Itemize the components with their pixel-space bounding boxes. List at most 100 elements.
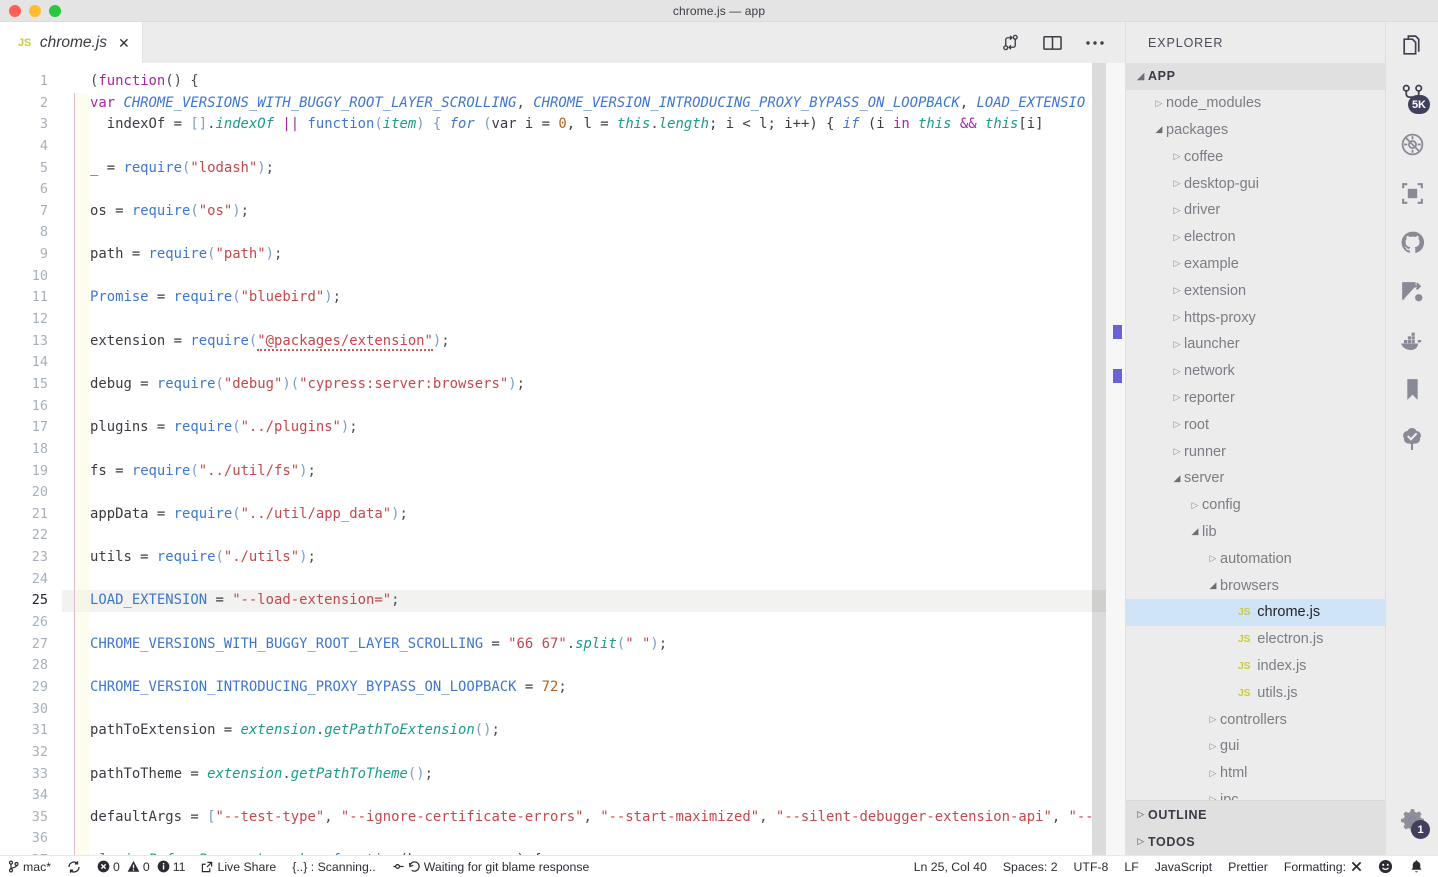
code-line[interactable] xyxy=(62,655,1125,677)
status-language-mode[interactable]: JavaScript xyxy=(1147,856,1220,877)
chevron-right-icon[interactable]: ▷ xyxy=(1152,98,1166,109)
activity-source-control-icon[interactable]: 5K xyxy=(1386,71,1438,120)
chevron-right-icon[interactable]: ▷ xyxy=(1134,836,1148,847)
status-encoding[interactable]: UTF-8 xyxy=(1066,856,1117,877)
chevron-right-icon[interactable]: ▷ xyxy=(1170,258,1184,269)
chevron-right-icon[interactable]: ▷ xyxy=(1206,714,1220,725)
folder-item-ipc[interactable]: ▷ipc xyxy=(1126,787,1385,801)
activity-settings-gear-icon[interactable]: 1 xyxy=(1386,796,1438,845)
chevron-right-icon[interactable]: ▷ xyxy=(1134,809,1148,820)
folder-item-packages[interactable]: ◢packages xyxy=(1126,117,1385,144)
code-line[interactable] xyxy=(62,569,1125,591)
chevron-down-icon[interactable]: ◢ xyxy=(1134,71,1148,82)
code-content[interactable]: (function() {var CHROME_VERSIONS_WITH_BU… xyxy=(62,63,1125,855)
code-line[interactable] xyxy=(62,179,1125,201)
code-line[interactable]: path = require("path"); xyxy=(62,244,1125,266)
sidebar-section-todos[interactable]: ▷TODOS xyxy=(1126,828,1385,855)
code-line[interactable] xyxy=(62,396,1125,418)
folder-item-extension[interactable]: ▷extension xyxy=(1126,277,1385,304)
activity-extensions-icon[interactable] xyxy=(1386,169,1438,218)
status-cursor-position[interactable]: Ln 25, Col 40 xyxy=(906,856,995,877)
chevron-right-icon[interactable]: ▷ xyxy=(1170,232,1184,243)
chevron-down-icon[interactable]: ◢ xyxy=(1170,473,1184,484)
code-line[interactable]: LOAD_EXTENSION = "--load-extension="; xyxy=(62,590,1125,612)
folder-item-root[interactable]: ▷root xyxy=(1126,411,1385,438)
chevron-right-icon[interactable]: ▷ xyxy=(1170,312,1184,323)
code-line[interactable] xyxy=(62,828,1125,850)
activity-docker-icon[interactable] xyxy=(1386,316,1438,365)
code-line[interactable] xyxy=(62,222,1125,244)
folder-item-electron[interactable]: ▷electron xyxy=(1126,224,1385,251)
folder-item-launcher[interactable]: ▷launcher xyxy=(1126,331,1385,358)
folder-item-server[interactable]: ◢server xyxy=(1126,465,1385,492)
more-actions-icon[interactable] xyxy=(1085,39,1105,47)
close-icon[interactable]: ✕ xyxy=(118,36,130,50)
code-line[interactable]: (function() { xyxy=(62,71,1125,93)
chevron-right-icon[interactable]: ▷ xyxy=(1170,285,1184,296)
status-formatter[interactable]: Prettier xyxy=(1220,856,1276,877)
folder-item-config[interactable]: ▷config xyxy=(1126,492,1385,519)
code-line[interactable]: debug = require("debug")("cypress:server… xyxy=(62,374,1125,396)
code-line[interactable]: utils = require("./utils"); xyxy=(62,547,1125,569)
folder-item-example[interactable]: ▷example xyxy=(1126,251,1385,278)
chevron-right-icon[interactable]: ▷ xyxy=(1170,366,1184,377)
status-feedback-smiley[interactable] xyxy=(1370,856,1401,877)
folder-item-runner[interactable]: ▷runner xyxy=(1126,438,1385,465)
code-line[interactable]: pathToTheme = extension.getPathToTheme()… xyxy=(62,764,1125,786)
code-line[interactable]: plugins = require("../plugins"); xyxy=(62,417,1125,439)
folder-item-network[interactable]: ▷network xyxy=(1126,358,1385,385)
chevron-right-icon[interactable]: ▷ xyxy=(1170,392,1184,403)
code-line[interactable]: CHROME_VERSIONS_WITH_BUGGY_ROOT_LAYER_SC… xyxy=(62,634,1125,656)
chevron-down-icon[interactable]: ◢ xyxy=(1188,526,1202,537)
activity-bookmarks-icon[interactable] xyxy=(1386,365,1438,414)
folder-item-automation[interactable]: ▷automation xyxy=(1126,545,1385,572)
code-line[interactable]: Promise = require("bluebird"); xyxy=(62,287,1125,309)
code-line[interactable]: pluginsBeforeBrowserLaunch = function(br… xyxy=(62,850,1125,855)
status-git-branch[interactable]: mac* xyxy=(0,856,59,877)
folder-item-gui[interactable]: ▷gui xyxy=(1126,733,1385,760)
chevron-right-icon[interactable]: ▷ xyxy=(1170,151,1184,162)
code-line[interactable] xyxy=(62,352,1125,374)
compare-changes-icon[interactable] xyxy=(1001,33,1020,52)
code-line[interactable] xyxy=(62,612,1125,634)
folder-item-APP[interactable]: ◢APP xyxy=(1126,63,1385,90)
code-editor[interactable]: 1234567891011121314151617181920212223242… xyxy=(0,63,1125,855)
code-line[interactable] xyxy=(62,699,1125,721)
chevron-down-icon[interactable]: ◢ xyxy=(1152,124,1166,135)
status-live-share[interactable]: Live Share xyxy=(193,856,284,877)
status-indentation[interactable]: Spaces: 2 xyxy=(995,856,1066,877)
chevron-right-icon[interactable]: ▷ xyxy=(1170,339,1184,350)
file-item-chrome-js[interactable]: JSchrome.js xyxy=(1126,599,1385,626)
folder-item-browsers[interactable]: ◢browsers xyxy=(1126,572,1385,599)
activity-run-debug-icon[interactable] xyxy=(1386,120,1438,169)
chevron-right-icon[interactable]: ▷ xyxy=(1206,553,1220,564)
code-line[interactable]: indexOf = [].indexOf || function(item) {… xyxy=(62,114,1125,136)
activity-test-explorer-icon[interactable] xyxy=(1386,414,1438,463)
code-line[interactable] xyxy=(62,439,1125,461)
chevron-right-icon[interactable]: ▷ xyxy=(1170,205,1184,216)
code-line[interactable] xyxy=(62,525,1125,547)
file-item-utils-js[interactable]: JSutils.js xyxy=(1126,679,1385,706)
code-line[interactable] xyxy=(62,785,1125,807)
activity-explorer-files-icon[interactable] xyxy=(1386,22,1438,71)
sidebar-section-outline[interactable]: ▷OUTLINE xyxy=(1126,801,1385,828)
folder-item-driver[interactable]: ▷driver xyxy=(1126,197,1385,224)
folder-item-desktop-gui[interactable]: ▷desktop-gui xyxy=(1126,170,1385,197)
status-notifications[interactable] xyxy=(1401,856,1438,877)
status-problems[interactable]: 0 0 11 xyxy=(89,856,193,877)
chevron-right-icon[interactable]: ▷ xyxy=(1188,500,1202,511)
tab-chrome-js[interactable]: JS chrome.js ✕ xyxy=(0,22,143,63)
code-line[interactable]: fs = require("../util/fs"); xyxy=(62,461,1125,483)
code-line[interactable]: var CHROME_VERSIONS_WITH_BUGGY_ROOT_LAYE… xyxy=(62,93,1125,115)
folder-item-controllers[interactable]: ▷controllers xyxy=(1126,706,1385,733)
status-eol[interactable]: LF xyxy=(1116,856,1146,877)
status-git-blame[interactable]: Waiting for git blame response xyxy=(384,856,598,877)
code-line[interactable]: appData = require("../util/app_data"); xyxy=(62,504,1125,526)
file-tree[interactable]: ◢APP▷node_modules◢packages▷coffee▷deskto… xyxy=(1126,63,1385,800)
code-line[interactable]: _ = require("lodash"); xyxy=(62,158,1125,180)
folder-item-reporter[interactable]: ▷reporter xyxy=(1126,385,1385,412)
file-item-electron-js[interactable]: JSelectron.js xyxy=(1126,626,1385,653)
code-line[interactable]: os = require("os"); xyxy=(62,201,1125,223)
code-line[interactable]: extension = require("@packages/extension… xyxy=(62,331,1125,353)
code-line[interactable] xyxy=(62,482,1125,504)
